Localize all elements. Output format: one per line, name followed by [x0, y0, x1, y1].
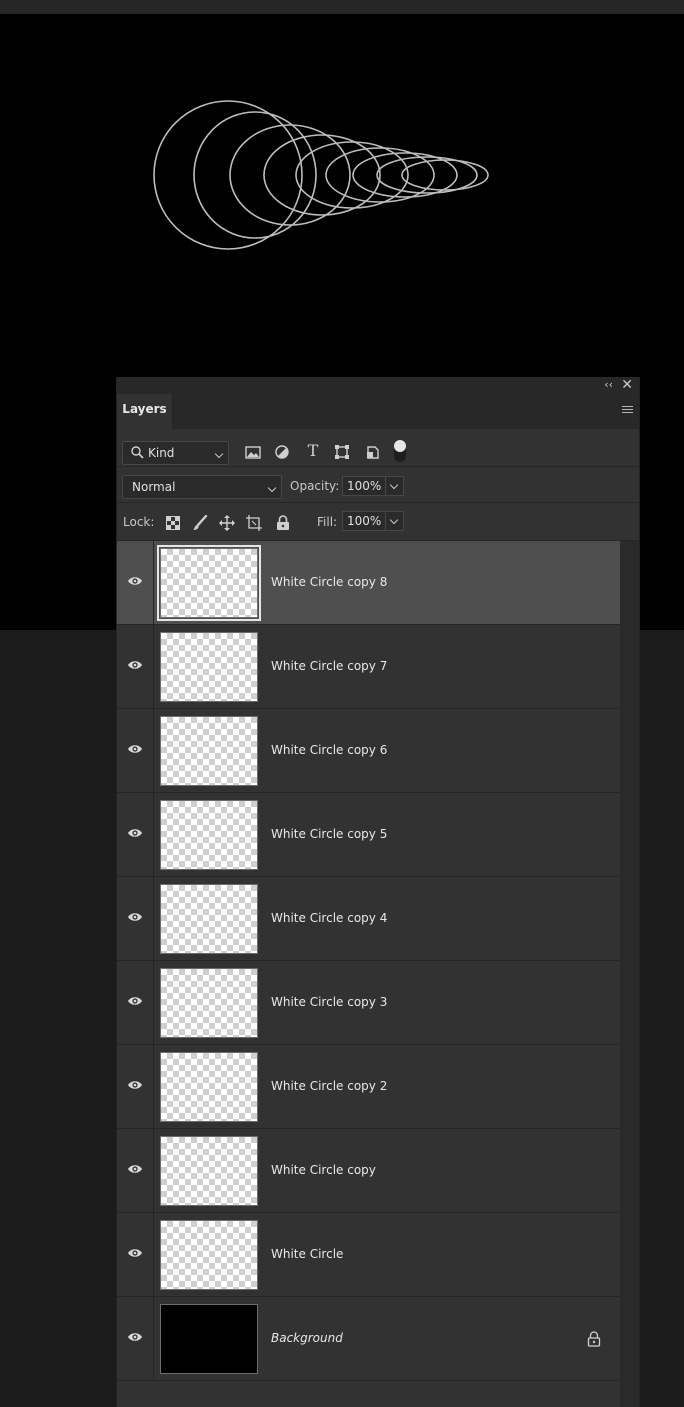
layer-thumbnail[interactable] — [160, 632, 258, 702]
visibility-eye-icon[interactable] — [127, 575, 143, 587]
layer-thumbnail[interactable] — [157, 545, 261, 621]
lock-transparent-pixels-icon[interactable] — [165, 515, 181, 531]
collapse-panel-icon[interactable]: ‹‹ — [604, 377, 613, 393]
layer-row[interactable]: Background — [117, 1297, 620, 1381]
visibility-column-divider — [153, 793, 154, 876]
layer-name[interactable]: White Circle copy 2 — [271, 1079, 387, 1093]
fill-dropdown-button[interactable] — [386, 511, 404, 531]
visibility-column-divider — [153, 625, 154, 708]
layer-thumbnail[interactable] — [160, 968, 258, 1038]
layer-name[interactable]: White Circle copy 5 — [271, 827, 387, 841]
search-icon — [131, 446, 144, 459]
fill-input[interactable]: 100% — [342, 511, 386, 531]
shape-filter-icon[interactable] — [333, 443, 351, 461]
lock-row: Lock: Fill: 100% — [117, 503, 639, 541]
layer-thumbnail[interactable] — [160, 884, 258, 954]
visibility-eye-icon[interactable] — [127, 1163, 143, 1175]
close-panel-icon[interactable]: ✕ — [621, 377, 633, 393]
filter-toggle-switch[interactable] — [394, 440, 406, 462]
blend-mode-value: Normal — [132, 480, 176, 494]
layers-panel: ‹‹ ✕ Layers Kind T Normal Opacity: 100% … — [116, 377, 640, 1407]
panel-menu-icon[interactable] — [622, 406, 633, 415]
lock-position-icon[interactable] — [219, 515, 235, 531]
visibility-column-divider — [153, 1129, 154, 1212]
layer-name[interactable]: White Circle copy 3 — [271, 995, 387, 1009]
layer-filter-row: Kind T — [117, 429, 639, 467]
visibility-column-divider — [153, 1297, 154, 1380]
layer-thumbnail[interactable] — [160, 716, 258, 786]
lock-label: Lock: — [123, 515, 155, 529]
background-lock-icon[interactable] — [587, 1331, 601, 1347]
layer-name[interactable]: White Circle copy — [271, 1163, 376, 1177]
layer-name[interactable]: White Circle copy 4 — [271, 911, 387, 925]
adjustment-filter-icon[interactable] — [273, 443, 291, 461]
layers-scrollbar[interactable] — [620, 541, 639, 1407]
visibility-eye-icon[interactable] — [127, 743, 143, 755]
visibility-eye-icon[interactable] — [127, 1079, 143, 1091]
visibility-eye-icon[interactable] — [127, 1331, 143, 1343]
visibility-eye-icon[interactable] — [127, 827, 143, 839]
fill-label: Fill: — [317, 515, 338, 529]
visibility-eye-icon[interactable] — [127, 911, 143, 923]
filter-kind-label: Kind — [148, 446, 175, 460]
layer-name[interactable]: Background — [271, 1331, 343, 1345]
chevron-down-icon — [267, 483, 277, 493]
pixel-filter-icon[interactable] — [244, 443, 262, 461]
layer-row[interactable]: White Circle copy 4 — [117, 877, 620, 961]
layer-thumbnail[interactable] — [160, 800, 258, 870]
panel-header-grip[interactable]: ‹‹ ✕ — [117, 377, 639, 394]
layer-thumbnail[interactable] — [160, 1220, 258, 1290]
visibility-column-divider — [153, 961, 154, 1044]
layer-row[interactable]: White Circle — [117, 1213, 620, 1297]
visibility-column-divider — [153, 1045, 154, 1128]
visibility-eye-icon[interactable] — [127, 995, 143, 1007]
opacity-dropdown-button[interactable] — [386, 476, 404, 496]
layers-list: White Circle copy 8 White Circle copy 7 … — [117, 541, 620, 1381]
layer-row[interactable]: White Circle copy — [117, 1129, 620, 1213]
opacity-label: Opacity: — [290, 479, 340, 493]
white-circle-copy-2-ellipse — [229, 124, 351, 226]
layer-row[interactable]: White Circle copy 2 — [117, 1045, 620, 1129]
layer-row[interactable]: White Circle copy 8 — [117, 541, 620, 625]
layer-thumbnail[interactable] — [160, 1136, 258, 1206]
layer-thumbnail[interactable] — [160, 1304, 258, 1374]
layer-row[interactable]: White Circle copy 5 — [117, 793, 620, 877]
layer-row[interactable]: White Circle copy 7 — [117, 625, 620, 709]
chevron-down-icon — [214, 449, 224, 459]
lock-all-icon[interactable] — [275, 515, 291, 531]
app-top-bar — [0, 0, 684, 14]
lock-image-pixels-icon[interactable] — [192, 515, 208, 531]
tab-layers[interactable]: Layers — [117, 394, 173, 429]
visibility-column-divider — [153, 709, 154, 792]
smart-object-filter-icon[interactable] — [364, 443, 382, 461]
layer-row[interactable]: White Circle copy 6 — [117, 709, 620, 793]
opacity-input[interactable]: 100% — [342, 476, 386, 496]
visibility-column-divider — [153, 1213, 154, 1296]
layer-name[interactable]: White Circle copy 7 — [271, 659, 387, 673]
layer-name[interactable]: White Circle copy 8 — [271, 575, 387, 589]
blend-mode-row: Normal Opacity: 100% — [117, 467, 639, 503]
type-filter-icon[interactable]: T — [304, 443, 322, 461]
filter-kind-select[interactable]: Kind — [122, 441, 229, 465]
layer-name[interactable]: White Circle copy 6 — [271, 743, 387, 757]
white-circle-copy-ellipse — [193, 111, 317, 239]
visibility-column-divider — [153, 541, 154, 624]
white-circle-ellipse — [153, 100, 303, 250]
blend-mode-select[interactable]: Normal — [122, 475, 282, 499]
visibility-eye-icon[interactable] — [127, 1247, 143, 1259]
panel-tab-bar: Layers — [117, 394, 639, 429]
visibility-column-divider — [153, 877, 154, 960]
lock-artboard-icon[interactable] — [246, 515, 262, 531]
white-circle-copy-8-ellipse — [401, 159, 489, 191]
layer-row[interactable]: White Circle copy 3 — [117, 961, 620, 1045]
visibility-eye-icon[interactable] — [127, 659, 143, 671]
layer-thumbnail[interactable] — [160, 1052, 258, 1122]
layer-name[interactable]: White Circle — [271, 1247, 343, 1261]
